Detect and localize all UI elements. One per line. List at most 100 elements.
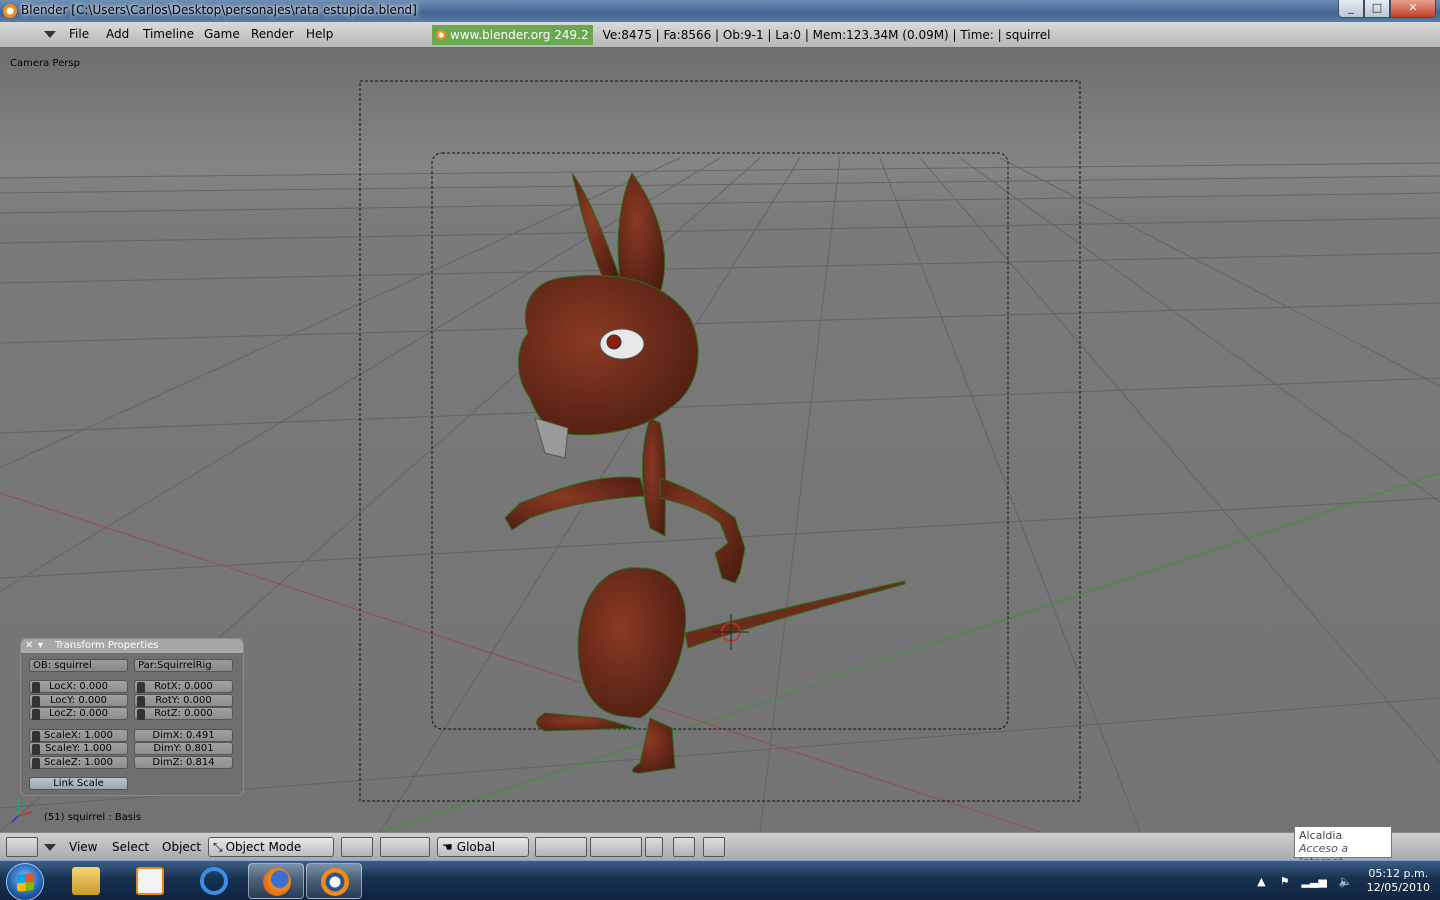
3d-view-header: View Select Object ⤡ Object Mode ☚ Globa… xyxy=(0,832,1440,860)
window-titlebar: Blender [C:\Users\Carlos\Desktop\persona… xyxy=(0,0,1440,22)
lock-icon[interactable] xyxy=(32,758,40,769)
tray-clock[interactable]: 05:12 p.m. 12/05/2010 xyxy=(1367,867,1430,895)
taskbar-internet-explorer[interactable] xyxy=(186,863,242,899)
locy-field[interactable]: LocY: 0.000 xyxy=(29,694,128,707)
taskbar-explorer[interactable] xyxy=(58,863,114,899)
minimize-button[interactable]: _ xyxy=(1338,0,1364,18)
volume-icon[interactable]: 🔈 xyxy=(1339,875,1353,888)
blender-site-badge[interactable]: www.blender.org 249.2 xyxy=(432,25,593,45)
lock-icon[interactable] xyxy=(137,709,145,720)
menu-collapse-triangle-icon[interactable] xyxy=(44,31,56,38)
view-type-label: Camera Persp xyxy=(10,58,80,69)
blender-taskbar-icon xyxy=(321,868,349,896)
blender-logo-icon xyxy=(436,30,446,40)
rotx-field[interactable]: RotX: 0.000 xyxy=(134,680,233,693)
firefox-icon xyxy=(263,868,291,896)
active-object-status: (51) squirrel : Basis xyxy=(44,812,142,823)
window-title: Blender [C:\Users\Carlos\Desktop\persona… xyxy=(21,3,417,17)
main-menubar: File Add Timeline Game Render Help www.b… xyxy=(0,22,1440,48)
dimx-field[interactable]: DimX: 0.491 xyxy=(134,729,233,742)
panel-collapse-icon[interactable]: ▾ xyxy=(38,639,43,653)
start-button[interactable] xyxy=(6,863,44,900)
menu-help[interactable]: Help xyxy=(306,27,333,41)
panel-close-icon[interactable]: ✕ xyxy=(25,639,33,653)
object-mode-icon: ⤡ xyxy=(213,839,223,854)
locx-value: LocX: 0.000 xyxy=(48,681,109,692)
lock-icon[interactable] xyxy=(32,744,40,755)
scalex-field[interactable]: ScaleX: 1.000 xyxy=(29,729,128,742)
header-collapse-triangle-icon[interactable] xyxy=(44,844,56,851)
lock-icon[interactable] xyxy=(137,696,145,707)
tray-time: 05:12 p.m. xyxy=(1368,867,1429,880)
layer-buttons-right[interactable] xyxy=(590,837,642,857)
locz-field[interactable]: LocZ: 0.000 xyxy=(29,707,128,720)
orientation-select-value: Global xyxy=(456,840,496,854)
window-controls: _ □ ✕ xyxy=(1338,0,1436,18)
tooltip-title: Alcaldia xyxy=(1299,829,1343,842)
panel-title: Transform Properties xyxy=(55,640,159,651)
info-area: www.blender.org 249.2 Ve:8475 | Fa:8566 … xyxy=(432,25,1050,45)
taskbar-blender[interactable] xyxy=(306,863,362,899)
folder-icon xyxy=(72,867,100,895)
network-icon[interactable]: ▂▃▅ xyxy=(1302,875,1327,888)
lock-icon[interactable] xyxy=(137,682,145,693)
menu-file[interactable]: File xyxy=(69,27,89,41)
dimz-field[interactable]: DimZ: 0.814 xyxy=(134,756,233,769)
menu-render[interactable]: Render xyxy=(251,27,294,41)
lock-icon[interactable] xyxy=(32,696,40,707)
close-button[interactable]: ✕ xyxy=(1390,0,1436,18)
menu-view[interactable]: View xyxy=(69,840,97,854)
windows-logo-icon xyxy=(17,873,34,892)
mode-select[interactable]: ⤡ Object Mode xyxy=(208,837,334,857)
parent-field[interactable]: Par:SquirrelRig xyxy=(134,659,233,672)
lock-icon[interactable] xyxy=(32,731,40,742)
transform-properties-panel: ✕ ▾ Transform Properties OB: squirrel Pa… xyxy=(20,638,244,796)
render-preview-icon[interactable] xyxy=(703,837,725,857)
taskbar-media-player[interactable] xyxy=(122,863,178,899)
menu-game[interactable]: Game xyxy=(204,27,240,41)
dimy-field[interactable]: DimY: 0.801 xyxy=(134,742,233,755)
rotz-field[interactable]: RotZ: 0.000 xyxy=(134,707,233,720)
manipulator-toggle-icon[interactable] xyxy=(380,837,430,857)
taskbar-firefox[interactable] xyxy=(248,863,304,899)
roty-field[interactable]: RotY: 0.000 xyxy=(134,694,233,707)
tray-date: 12/05/2010 xyxy=(1366,881,1430,894)
scene-stats: Ve:8475 | Fa:8566 | Ob:9-1 | La:0 | Mem:… xyxy=(602,28,1051,42)
menu-select[interactable]: Select xyxy=(112,840,149,854)
scalez-field[interactable]: ScaleZ: 1.000 xyxy=(29,756,128,769)
layer-buttons-left[interactable] xyxy=(535,837,587,857)
draw-type-icon[interactable] xyxy=(341,837,373,857)
show-hidden-icons-icon[interactable]: ▲ xyxy=(1257,875,1265,888)
mode-select-value: Object Mode xyxy=(225,840,302,854)
menu-add[interactable]: Add xyxy=(106,27,129,41)
scaley-field[interactable]: ScaleY: 1.000 xyxy=(29,742,128,755)
locz-value: LocZ: 0.000 xyxy=(48,708,109,719)
snap-icon[interactable] xyxy=(673,837,695,857)
scalez-value: ScaleZ: 1.000 xyxy=(44,757,113,768)
orientation-select[interactable]: ☚ Global xyxy=(437,837,529,857)
media-player-icon xyxy=(136,867,164,895)
panel-header[interactable]: ✕ ▾ Transform Properties xyxy=(21,639,243,653)
maximize-button[interactable]: □ xyxy=(1364,0,1390,18)
rotx-value: RotX: 0.000 xyxy=(154,681,213,692)
lock-icon[interactable] xyxy=(32,709,40,720)
scaley-value: ScaleY: 1.000 xyxy=(45,743,112,754)
hand-icon: ☚ xyxy=(442,840,453,854)
action-center-flag-icon[interactable]: ⚑ xyxy=(1280,875,1290,888)
locy-value: LocY: 0.000 xyxy=(50,695,107,706)
roty-value: RotY: 0.000 xyxy=(155,695,212,706)
object-name-field[interactable]: OB: squirrel xyxy=(29,659,128,672)
site-version-label: www.blender.org 249.2 xyxy=(450,28,589,42)
network-tooltip: Alcaldia Acceso a Internet xyxy=(1294,826,1392,868)
link-scale-button[interactable]: Link Scale xyxy=(29,777,128,790)
editor-type-grid-icon[interactable] xyxy=(6,837,38,857)
rotz-value: RotZ: 0.000 xyxy=(154,708,213,719)
3d-viewport[interactable]: Camera Persp (51) squirrel : Basis ✕ ▾ T… xyxy=(0,48,1440,832)
scalex-value: ScaleX: 1.000 xyxy=(44,730,113,741)
menu-timeline[interactable]: Timeline xyxy=(143,27,194,41)
lock-icon[interactable] xyxy=(32,682,40,693)
lock-layer-icon[interactable] xyxy=(645,837,663,857)
locx-field[interactable]: LocX: 0.000 xyxy=(29,680,128,693)
menu-object[interactable]: Object xyxy=(162,840,201,854)
internet-explorer-icon xyxy=(200,867,228,895)
